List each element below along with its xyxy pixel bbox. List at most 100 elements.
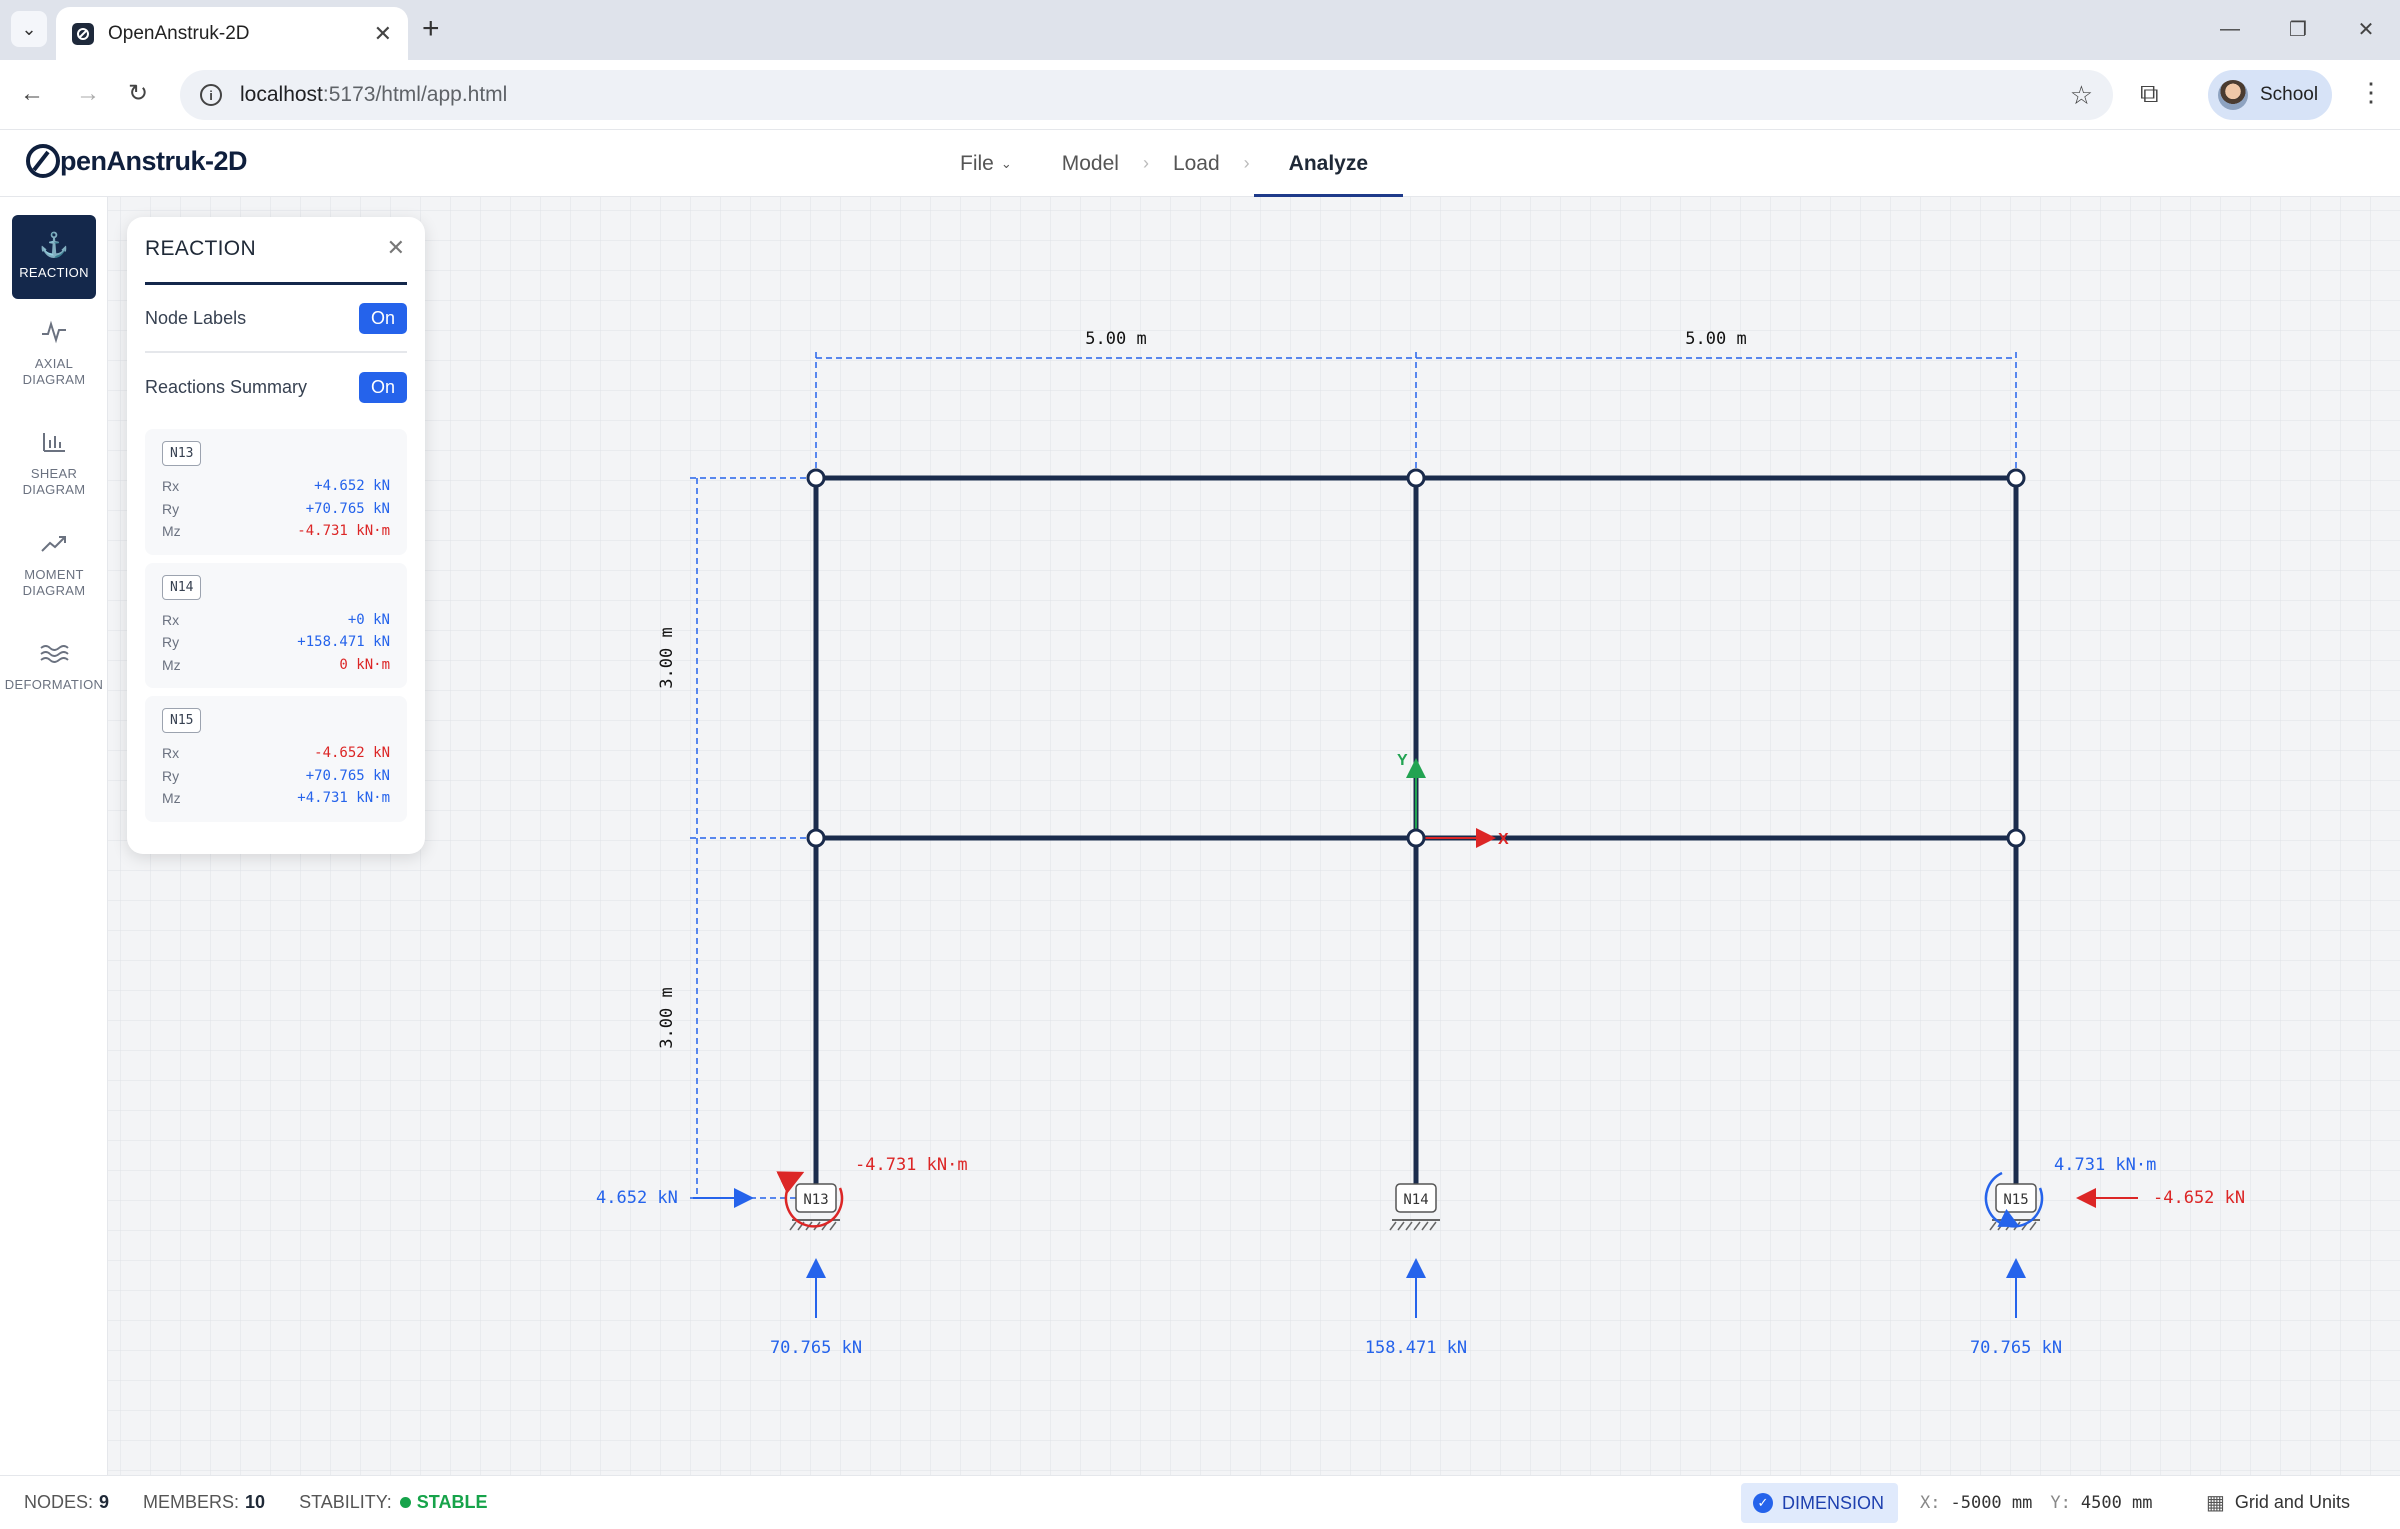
node-badge: N14 (162, 574, 202, 600)
node[interactable] (806, 468, 826, 488)
node-labels-label: Node Labels (145, 307, 247, 328)
node[interactable] (806, 828, 826, 848)
chevron-down-icon: ⌄ (1000, 155, 1012, 171)
node[interactable] (1406, 468, 1426, 488)
node[interactable] (1406, 828, 1426, 848)
reactions-summary-label: Reactions Summary (145, 376, 308, 397)
ry-key: Ry (162, 500, 180, 517)
profile-name: School (2260, 84, 2319, 105)
anchor-icon: ⚓ (39, 232, 69, 259)
rail-shear-diagram[interactable]: SHEAR DIAGRAM (12, 419, 96, 509)
reaction-label: 158.471 kN (1365, 1338, 1467, 1358)
node-badge: N13 (162, 441, 202, 466)
x-value: -5000 mm (1950, 1492, 2033, 1513)
node-labels-toggle[interactable]: On (358, 302, 407, 334)
nav-chevron-icon: › (1142, 153, 1149, 173)
node[interactable] (2006, 468, 2026, 488)
panel-title: REACTION (145, 237, 256, 260)
rx-key: Rx (162, 611, 180, 628)
reactions-summary-row: Reactions Summary On (145, 353, 407, 421)
cursor-coordinates: X: -5000 mm Y: 4500 mm (1920, 1476, 2153, 1529)
support-label: N14 (1403, 1192, 1428, 1208)
ry-value: +70.765 kN (305, 767, 390, 784)
profile-button[interactable]: School (2208, 70, 2332, 120)
rail-deformation[interactable]: DEFORMATION (4, 623, 104, 713)
reaction-card-n14: N14 Rx +0 kN Ry +158.471 kN Mz 0 kN·m (145, 562, 407, 688)
structure-drawing[interactable]: 5.00 m 5.00 m 3.00 m 3.00 m Y X N13 N14 … (108, 197, 2400, 1475)
new-tab-icon[interactable]: + (422, 14, 440, 44)
close-tab-icon[interactable]: ✕ (374, 21, 392, 47)
status-dot-icon (399, 1496, 411, 1508)
axis-x-label: X (1498, 831, 1509, 848)
rx-key: Rx (162, 478, 180, 494)
node[interactable] (2006, 828, 2026, 848)
window-close-icon[interactable]: ✕ (2332, 0, 2400, 58)
mz-value: +4.731 kN·m (297, 790, 390, 806)
mz-value: -4.731 kN·m (297, 523, 390, 539)
stability-status: STABILITY: STABLE (299, 1491, 488, 1512)
nav-chevron-icon: › (1243, 153, 1250, 173)
reload-icon[interactable]: ↻ (128, 80, 148, 108)
avatar (2218, 80, 2248, 110)
url-bar[interactable]: i localhost:5173/html/app.html ☆ (180, 70, 2113, 120)
mz-key: Mz (162, 656, 181, 673)
ry-key: Ry (162, 634, 180, 650)
reaction-card-n15: N15 Rx -4.652 kN Ry +70.765 kN Mz +4.731 kN… (145, 696, 407, 822)
nav-analyze[interactable]: Analyze (1253, 130, 1404, 197)
app-logo: penAnstruk-2D (26, 144, 248, 178)
rail-reaction[interactable]: ⚓ REACTION (12, 215, 96, 299)
y-key: Y: (2050, 1492, 2071, 1513)
mz-key: Mz (162, 790, 181, 806)
rail-axial-diagram[interactable]: AXIAL DIAGRAM (12, 309, 96, 399)
rx-value: +4.652 kN (314, 478, 390, 494)
rx-value: +0 kN (347, 611, 390, 628)
dimension-toggle-button[interactable]: ✓ DIMENSION (1741, 1483, 1898, 1523)
support-label: N15 (2003, 1192, 2028, 1208)
address-bar-row: ← → ↻ i localhost:5173/html/app.html ☆ ⧉… (0, 60, 2400, 130)
rx-value: -4.652 kN (314, 745, 390, 761)
reaction-panel: REACTION ✕ Node Labels On Reactions Summ… (127, 217, 425, 854)
rail-label: DEFORMATION (4, 677, 104, 692)
tab-title: OpenAnstruk-2D (108, 22, 250, 44)
grid-units-label: Grid and Units (2234, 1492, 2350, 1512)
logo-text: penAnstruk-2D (60, 145, 248, 176)
reaction-card-n13: N13 Rx +4.652 kN Ry +70.765 kN Mz -4.731 kN… (145, 429, 407, 555)
rail-label: MOMENT DIAGRAM (22, 567, 86, 598)
ry-value: +70.765 kN (305, 500, 390, 517)
x-key: X: (1920, 1492, 1941, 1513)
ry-key: Ry (162, 767, 180, 784)
dimension-label: 5.00 m (1085, 329, 1146, 349)
extensions-icon[interactable]: ⧉ (2140, 78, 2159, 110)
reaction-label: 4.652 kN (596, 1188, 678, 1208)
browser-tab[interactable]: OpenAnstruk-2D ✕ (56, 7, 408, 60)
restore-icon[interactable]: ❐ (2264, 0, 2332, 58)
members-count: MEMBERS: 10 (143, 1491, 266, 1512)
nav-load[interactable]: Load (1153, 130, 1240, 197)
close-icon[interactable]: ✕ (387, 235, 405, 261)
nav-model[interactable]: Model (1042, 130, 1139, 197)
window-controls: — ❐ ✕ (2196, 0, 2400, 58)
tab-search-chevron-icon[interactable]: ⌄ (11, 11, 47, 47)
ry-value: +158.471 kN (297, 634, 390, 650)
tool-rail: ⚓ REACTION AXIAL DIAGRAM SHEAR DIAGRAM M… (0, 197, 108, 1475)
url-text[interactable]: localhost:5173/html/app.html (240, 83, 2070, 107)
dimension-label: 5.00 m (1685, 329, 1746, 349)
nodes-count: NODES: 9 (24, 1491, 110, 1512)
reactions-summary-toggle[interactable]: On (358, 371, 407, 403)
bookmark-star-icon[interactable]: ☆ (2070, 80, 2093, 111)
nav-file[interactable]: File ⌄ (940, 130, 1032, 197)
dimension-label: 3.00 m (657, 987, 677, 1048)
grid-and-units-button[interactable]: ▦ Grid and Units (2206, 1476, 2350, 1529)
rail-moment-diagram[interactable]: MOMENT DIAGRAM (12, 521, 96, 611)
forward-icon[interactable]: → (76, 80, 100, 108)
support-label: N13 (803, 1192, 828, 1208)
reaction-label: 70.765 kN (1970, 1338, 2062, 1358)
rail-label: REACTION (19, 265, 89, 280)
model-canvas[interactable]: 5.00 m 5.00 m 3.00 m 3.00 m Y X N13 N14 … (108, 197, 2400, 1475)
browser-menu-icon[interactable]: ⋮ (2358, 78, 2384, 106)
app-header: penAnstruk-2D File ⌄ Model › Load › Analy… (0, 130, 2400, 197)
site-info-icon[interactable]: i (200, 84, 222, 106)
minimize-icon[interactable]: — (2196, 0, 2264, 58)
node-badge: N15 (162, 708, 202, 733)
back-icon[interactable]: ← (20, 80, 44, 108)
